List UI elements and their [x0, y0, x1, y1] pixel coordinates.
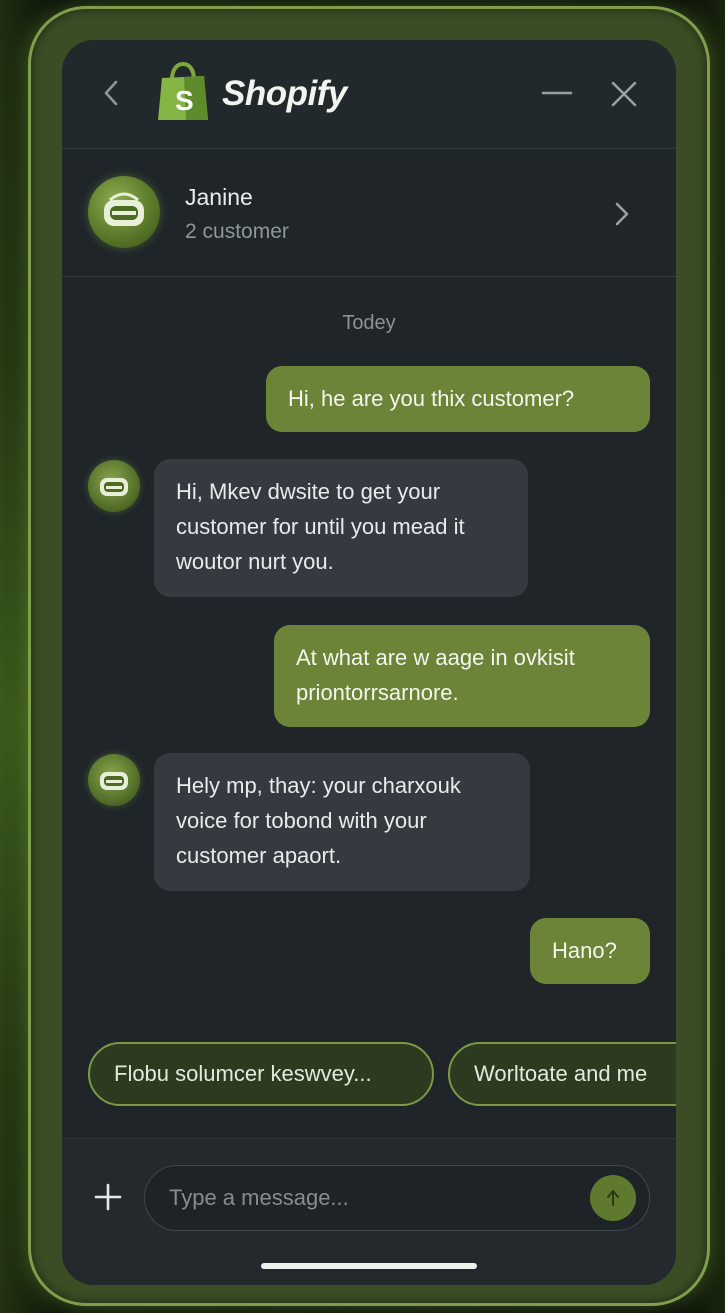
back-button[interactable]: [98, 78, 124, 108]
send-arrow-icon: [607, 1190, 619, 1206]
incoming-message: Hi, Mkev dwsite to get your customer for…: [154, 459, 528, 597]
home-indicator: [261, 1263, 477, 1269]
quick-reply-chip[interactable]: Worltoate and me: [448, 1042, 676, 1106]
send-button[interactable]: [590, 1175, 636, 1221]
bot-avatar: [88, 460, 140, 512]
date-separator: Todey: [342, 312, 396, 334]
incoming-message: Hely mp, thay: your charxouk voice for t…: [154, 753, 530, 891]
shopping-bag-logo: S: [158, 62, 208, 120]
outgoing-message: Hi, he are you thix customer?: [266, 366, 650, 432]
brand-name: Shopify: [222, 74, 347, 113]
outgoing-message: At what are w aage in ovkisit priontorrs…: [274, 625, 650, 727]
app-header: S Shopify: [62, 40, 676, 149]
chatbot-face-icon: [104, 192, 144, 226]
close-icon: [611, 81, 637, 107]
minus-icon: [541, 91, 573, 95]
contact-header[interactable]: Janine 2 customer: [62, 148, 676, 277]
close-button[interactable]: [608, 78, 640, 110]
message-input[interactable]: [144, 1165, 650, 1231]
chevron-left-icon: [104, 80, 118, 106]
bot-avatar: [88, 754, 140, 806]
svg-text:S: S: [175, 85, 194, 116]
chat-screen: S Shopify Janine 2 customer Todey Hi, he…: [62, 40, 676, 1285]
chatbot-face-icon: [100, 478, 128, 496]
contact-subtitle: 2 customer: [185, 220, 289, 243]
plus-icon: [94, 1183, 122, 1211]
outgoing-message: Hano?: [530, 918, 650, 984]
quick-reply-chip[interactable]: Flobu solumcer keswvey...: [88, 1042, 434, 1106]
avatar: [88, 176, 160, 248]
contact-name: Janine: [185, 184, 253, 210]
chevron-right-icon: [615, 202, 629, 226]
add-attachment-button[interactable]: [92, 1181, 124, 1213]
minimize-button[interactable]: [540, 80, 574, 106]
chatbot-face-icon: [100, 772, 128, 790]
